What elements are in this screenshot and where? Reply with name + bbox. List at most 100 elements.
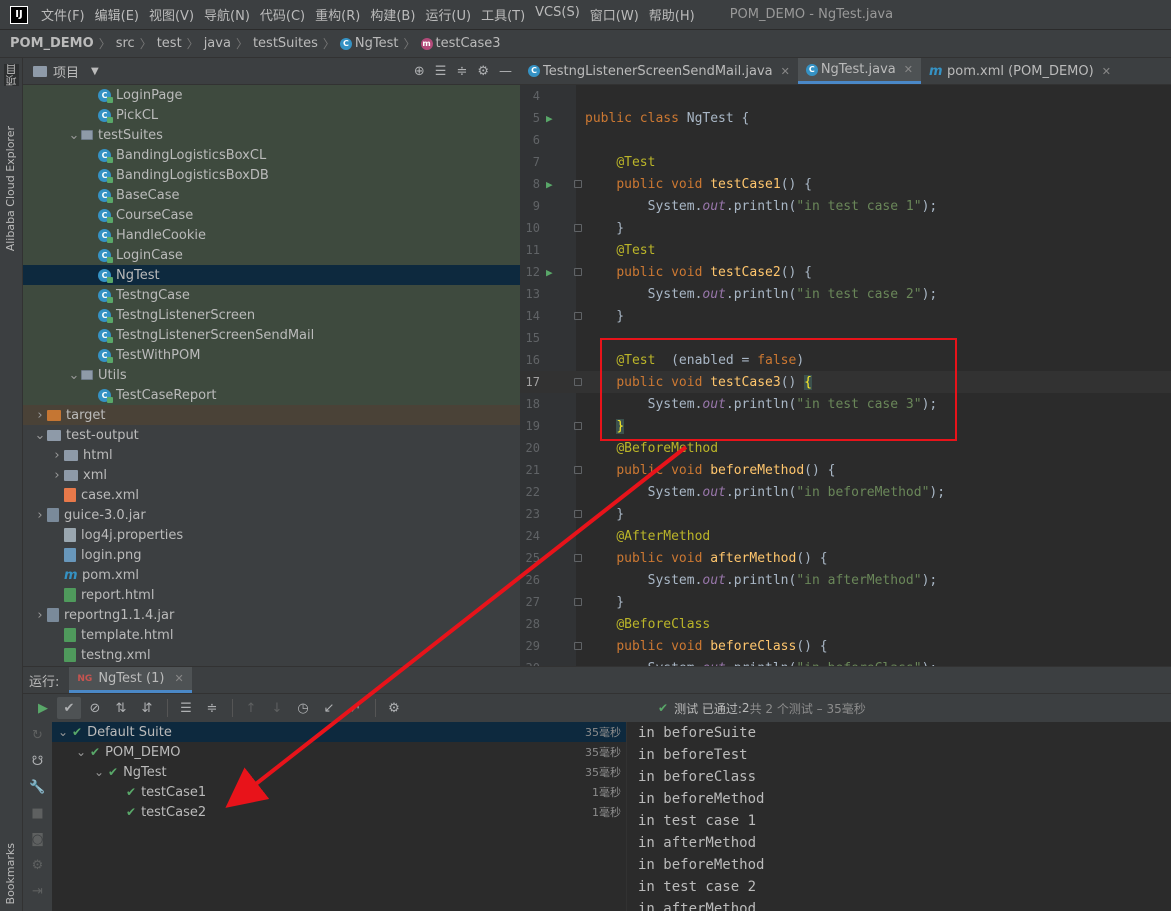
- alibaba-cloud-tool-tab[interactable]: Alibaba Cloud Explorer: [4, 126, 19, 251]
- code-line[interactable]: 14 }: [520, 305, 1171, 327]
- tree-item[interactable]: report.html: [23, 585, 520, 605]
- rerun-failed-icon[interactable]: ↻: [23, 722, 52, 748]
- fold-marker-icon[interactable]: [574, 224, 582, 232]
- close-icon[interactable]: ✕: [781, 65, 790, 78]
- fold-marker-icon[interactable]: [574, 268, 582, 276]
- menu-item[interactable]: VCS(S): [530, 5, 585, 24]
- test-result-row[interactable]: ⌄ ✔ POM_DEMO 35毫秒: [52, 742, 626, 762]
- restore-icon[interactable]: ⚙: [23, 852, 52, 878]
- breadcrumb-project[interactable]: POM_DEMO: [10, 36, 94, 51]
- run-gutter-icon[interactable]: ▶: [546, 266, 553, 279]
- rerun-icon[interactable]: ▶: [31, 697, 55, 719]
- next-failed-icon[interactable]: ↓: [265, 697, 289, 719]
- menu-item[interactable]: 帮助(H): [644, 5, 700, 24]
- close-icon[interactable]: ✕: [1102, 65, 1111, 78]
- chevron-down-icon[interactable]: ⌄: [76, 745, 90, 759]
- export-icon[interactable]: ↗: [343, 697, 367, 719]
- tree-item[interactable]: › html: [23, 445, 520, 465]
- tree-item[interactable]: › reportng1.1.4.jar: [23, 605, 520, 625]
- menu-item[interactable]: 视图(V): [144, 5, 199, 24]
- test-result-row[interactable]: ✔ testCase1 1毫秒: [52, 782, 626, 802]
- code-line[interactable]: 27 }: [520, 591, 1171, 613]
- run-gutter-icon[interactable]: ▶: [546, 112, 553, 125]
- tree-item[interactable]: C TestngCase: [23, 285, 520, 305]
- history-icon[interactable]: ◷: [291, 697, 315, 719]
- test-result-row[interactable]: ✔ testCase2 1毫秒: [52, 802, 626, 822]
- tree-item[interactable]: testng.xml: [23, 645, 520, 665]
- chevron-down-icon[interactable]: ⌄: [58, 725, 72, 739]
- tree-item[interactable]: C HandleCookie: [23, 225, 520, 245]
- tree-item[interactable]: › xml: [23, 465, 520, 485]
- tree-item[interactable]: C TestngListenerScreen: [23, 305, 520, 325]
- code-line[interactable]: 4: [520, 85, 1171, 107]
- menu-item[interactable]: 文件(F): [36, 5, 90, 24]
- code-line[interactable]: 11 @Test: [520, 239, 1171, 261]
- menu-item[interactable]: 编辑(E): [90, 5, 144, 24]
- code-line[interactable]: 10 }: [520, 217, 1171, 239]
- menu-item[interactable]: 工具(T): [476, 5, 530, 24]
- expand-all-icon[interactable]: ☰: [435, 64, 447, 79]
- code-line[interactable]: 24 @AfterMethod: [520, 525, 1171, 547]
- tree-item[interactable]: C BaseCase: [23, 185, 520, 205]
- tree-item[interactable]: C TestWithPOM: [23, 345, 520, 365]
- menu-item[interactable]: 导航(N): [199, 5, 255, 24]
- fold-marker-icon[interactable]: [574, 312, 582, 320]
- tree-item[interactable]: C LoginCase: [23, 245, 520, 265]
- show-passed-icon[interactable]: ✔: [57, 697, 81, 719]
- tree-item[interactable]: C BandingLogisticsBoxCL: [23, 145, 520, 165]
- code-line[interactable]: 29 public void beforeClass() {: [520, 635, 1171, 657]
- chevron-down-icon[interactable]: ⌄: [67, 368, 81, 383]
- hide-icon[interactable]: —: [499, 64, 512, 79]
- editor-tab[interactable]: C TestngListenerScreenSendMail.java ✕: [520, 58, 798, 84]
- chevron-down-icon[interactable]: ▼: [91, 66, 99, 77]
- code-line[interactable]: 13 System.out.println("in test case 2");: [520, 283, 1171, 305]
- code-line[interactable]: 8 ▶ public void testCase1() {: [520, 173, 1171, 195]
- wrench-icon[interactable]: 🔧: [23, 774, 52, 800]
- project-tool-tab[interactable]: 项目: [4, 64, 19, 86]
- tree-item[interactable]: template.html: [23, 625, 520, 645]
- menu-item[interactable]: 运行(U): [420, 5, 476, 24]
- tree-item[interactable]: C CourseCase: [23, 205, 520, 225]
- menu-item[interactable]: 构建(B): [365, 5, 420, 24]
- breadcrumb-class[interactable]: C NgTest: [339, 36, 398, 51]
- code-line[interactable]: 23 }: [520, 503, 1171, 525]
- project-panel-title[interactable]: 项目: [53, 62, 79, 81]
- tree-item[interactable]: C LoginPage: [23, 85, 520, 105]
- chevron-right-icon[interactable]: ›: [33, 608, 47, 623]
- menu-item[interactable]: 代码(C): [255, 5, 310, 24]
- prev-failed-icon[interactable]: ↑: [239, 697, 263, 719]
- run-gutter-icon[interactable]: ▶: [546, 178, 553, 191]
- code-line[interactable]: 12 ▶ public void testCase2() {: [520, 261, 1171, 283]
- collapse-all-icon[interactable]: ≑: [200, 697, 224, 719]
- chevron-down-icon[interactable]: ⌄: [67, 128, 81, 143]
- tree-item[interactable]: C NgTest: [23, 265, 520, 285]
- test-result-row[interactable]: ⌄ ✔ Default Suite 35毫秒: [52, 722, 626, 742]
- chevron-down-icon[interactable]: ⌄: [94, 765, 108, 779]
- code-line[interactable]: 25 public void afterMethod() {: [520, 547, 1171, 569]
- tree-item[interactable]: m pom.xml: [23, 565, 520, 585]
- tree-item[interactable]: ⌄ testSuites: [23, 125, 520, 145]
- tree-item[interactable]: C TestngListenerScreenSendMail: [23, 325, 520, 345]
- show-ignored-icon[interactable]: ⊘: [83, 697, 107, 719]
- fold-marker-icon[interactable]: [574, 598, 582, 606]
- chevron-right-icon[interactable]: ›: [50, 448, 64, 463]
- code-line[interactable]: 22 System.out.println("in beforeMethod")…: [520, 481, 1171, 503]
- code-line[interactable]: 21 public void beforeMethod() {: [520, 459, 1171, 481]
- close-icon[interactable]: ✕: [904, 63, 913, 76]
- stop-icon[interactable]: ■: [23, 800, 52, 826]
- menu-item[interactable]: 窗口(W): [585, 5, 644, 24]
- gear-icon[interactable]: ⚙: [477, 64, 489, 79]
- fold-marker-icon[interactable]: [574, 642, 582, 650]
- tree-item[interactable]: log4j.properties: [23, 525, 520, 545]
- tree-item[interactable]: ⌄ Utils: [23, 365, 520, 385]
- breadcrumb-src[interactable]: src: [116, 36, 135, 51]
- chevron-down-icon[interactable]: ⌄: [33, 428, 47, 443]
- code-line[interactable]: 28 @BeforeClass: [520, 613, 1171, 635]
- code-line[interactable]: 7 @Test: [520, 151, 1171, 173]
- tree-item[interactable]: › target: [23, 405, 520, 425]
- chevron-right-icon[interactable]: ›: [33, 508, 47, 523]
- sort-duration-icon[interactable]: ⇵: [135, 697, 159, 719]
- fold-marker-icon[interactable]: [574, 378, 582, 386]
- import-icon[interactable]: ↙: [317, 697, 341, 719]
- chevron-right-icon[interactable]: ›: [33, 408, 47, 423]
